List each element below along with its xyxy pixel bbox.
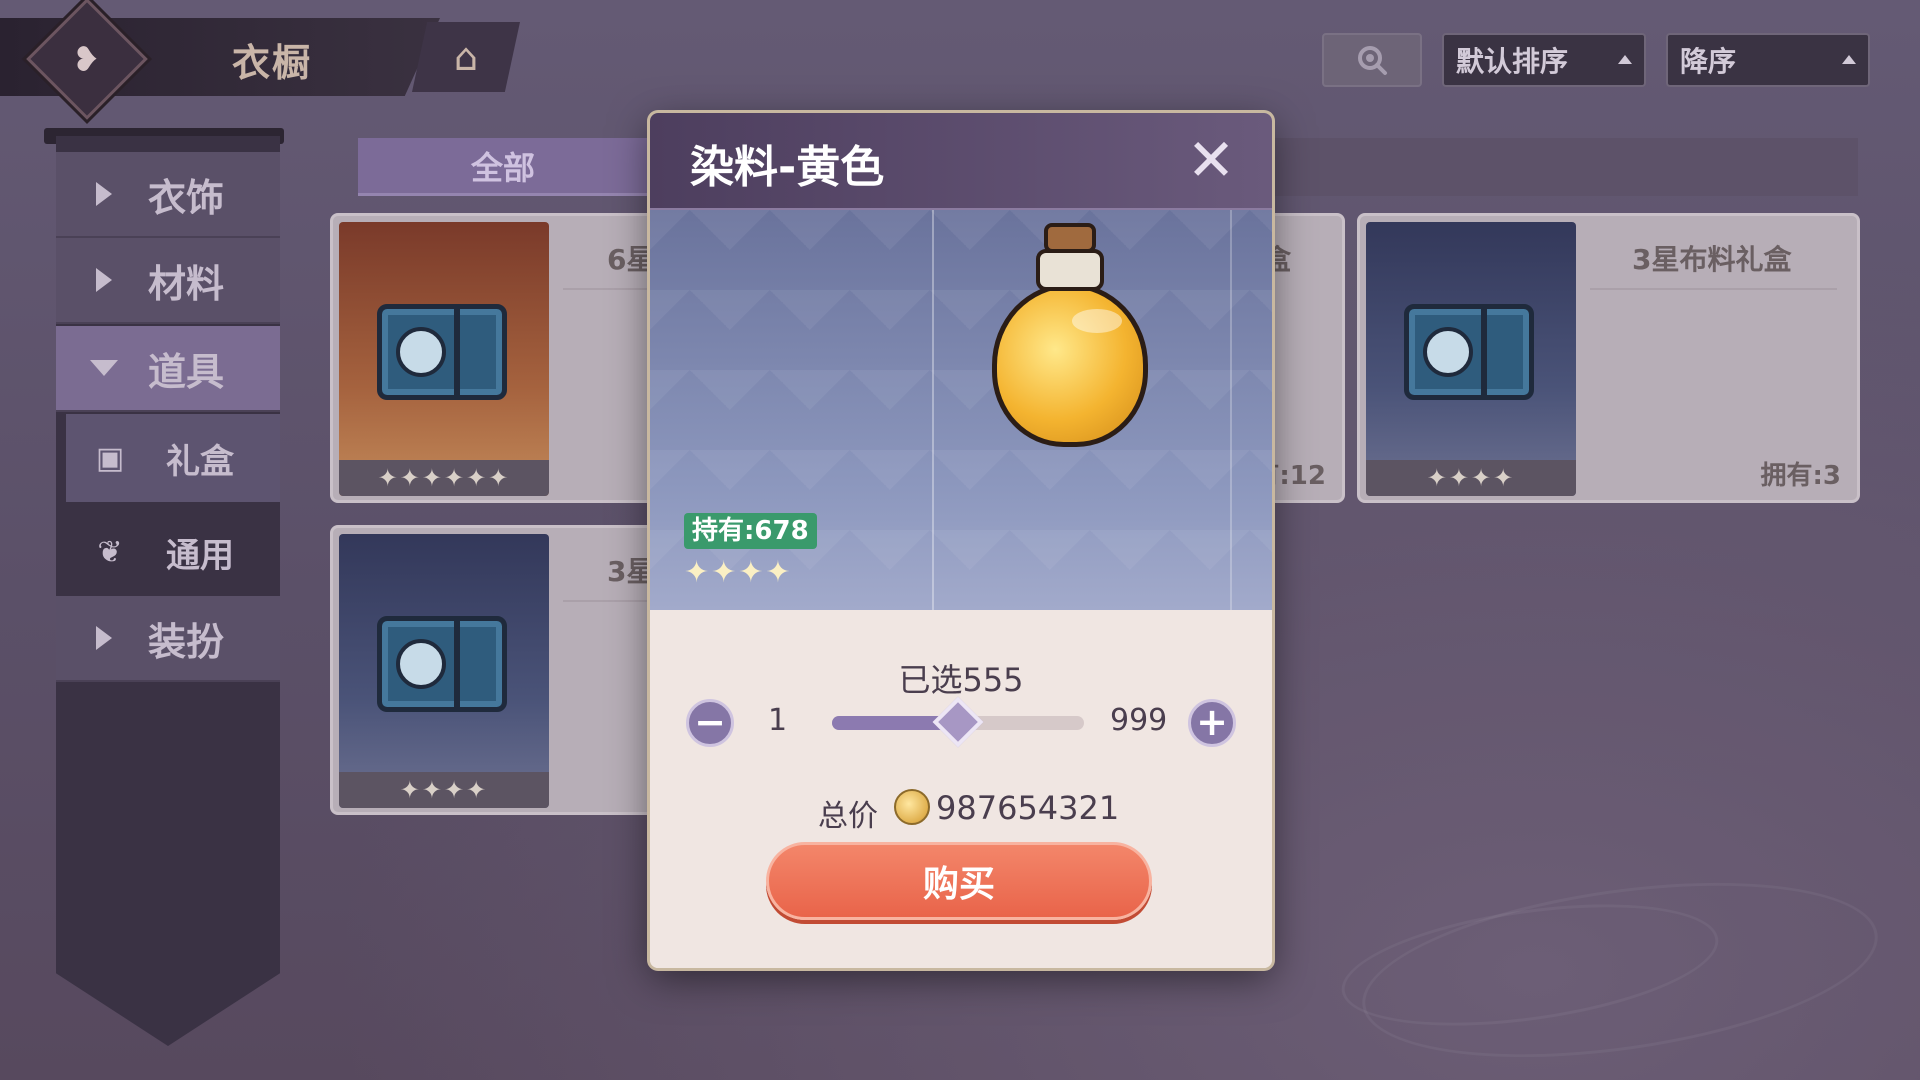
- chevron-up-icon: [1842, 55, 1856, 64]
- sidebar-item-props[interactable]: 道具: [56, 326, 280, 412]
- item-thumbnail: ✦✦✦✦✦✦: [339, 222, 549, 496]
- rarity-stars: ✦✦✦✦: [1366, 460, 1576, 496]
- item-name: 3星布料礼盒: [1632, 243, 1792, 276]
- selected-quantity: 已选555: [898, 661, 1024, 699]
- rarity-stars: ✦✦✦✦: [339, 772, 549, 808]
- caret-right-icon: [96, 268, 112, 292]
- close-icon: ✕: [1186, 126, 1236, 194]
- dye-bottle-icon: [992, 223, 1148, 447]
- dialog-title: 染料-黄色: [690, 142, 885, 193]
- dialog-header: 染料-黄色 ✕: [650, 113, 1272, 210]
- close-button[interactable]: ✕: [1184, 131, 1238, 189]
- search-button[interactable]: [1322, 33, 1422, 87]
- sidebar-item-label: 道具: [148, 349, 225, 394]
- total-price-value: 987654321: [936, 789, 1120, 827]
- order-dropdown-value: 降序: [1680, 45, 1737, 78]
- purchase-dialog: 染料-黄色 ✕ 持有:678 ✦✦✦✦ 已选555 − 1 999 + 总价 9…: [650, 113, 1272, 968]
- divider: [1590, 288, 1837, 290]
- gift-chest-icon: [1404, 304, 1534, 400]
- sort-dropdown[interactable]: 默认排序: [1442, 33, 1646, 87]
- home-button[interactable]: ⌂: [412, 22, 520, 92]
- rarity-stars: ✦✦✦✦: [684, 555, 793, 590]
- search-icon: [1358, 46, 1387, 75]
- item-name: 3星: [607, 555, 655, 588]
- order-dropdown[interactable]: 降序: [1666, 33, 1870, 87]
- caret-down-icon: [90, 360, 118, 376]
- chevron-up-icon: [1618, 55, 1632, 64]
- sidebar-item-label: 装扮: [148, 619, 225, 664]
- caret-right-icon: [96, 626, 112, 650]
- sidebar-item-clothing[interactable]: 衣饰: [56, 152, 280, 238]
- gift-box-icon: ▣: [95, 440, 125, 476]
- item-name: 6星: [607, 243, 655, 276]
- item-thumbnail: ✦✦✦✦: [1366, 222, 1576, 496]
- item-preview-area: [650, 210, 1272, 610]
- item-card[interactable]: ✦✦✦✦ 3星布料礼盒 拥有:3: [1357, 213, 1860, 503]
- sidebar-subitem-label: 礼盒: [166, 441, 234, 482]
- decrease-button[interactable]: −: [686, 699, 734, 747]
- page-title: 衣橱: [232, 41, 313, 85]
- caret-right-icon: [96, 182, 112, 206]
- sidebar-item-materials[interactable]: 材料: [56, 238, 280, 324]
- gift-chest-icon: [377, 616, 507, 712]
- heart-spade-icon: ❥: [71, 40, 101, 80]
- sort-dropdown-value: 默认排序: [1456, 45, 1569, 78]
- sidebar-item-outfit[interactable]: 装扮: [56, 596, 280, 682]
- total-price-label: 总价: [818, 799, 878, 834]
- increase-button[interactable]: +: [1188, 699, 1236, 747]
- home-icon: ⌂: [453, 35, 479, 79]
- quantity-max: 999: [1110, 703, 1168, 738]
- sidebar-subitem-label: 通用: [166, 535, 234, 576]
- gift-chest-icon: [377, 304, 507, 400]
- sidebar-item-label: 衣饰: [148, 175, 225, 220]
- quantity-slider[interactable]: [832, 696, 1084, 748]
- tab-all[interactable]: 全部: [358, 138, 648, 196]
- sidebar-subitem-general[interactable]: ❦ 通用: [66, 508, 280, 596]
- item-thumbnail: ✦✦✦✦: [339, 534, 549, 808]
- buy-button[interactable]: 购买: [766, 842, 1152, 920]
- sidebar-item-label: 材料: [148, 261, 225, 306]
- leaf-cube-icon: ❦: [97, 534, 123, 570]
- item-owned-count: 拥有:3: [1760, 461, 1842, 491]
- coin-icon: [894, 789, 930, 825]
- quantity-min: 1: [768, 703, 788, 738]
- rarity-stars: ✦✦✦✦✦✦: [339, 460, 549, 496]
- sidebar-subitem-giftbox[interactable]: ▣ 礼盒: [66, 414, 280, 502]
- owned-badge: 持有:678: [684, 513, 817, 549]
